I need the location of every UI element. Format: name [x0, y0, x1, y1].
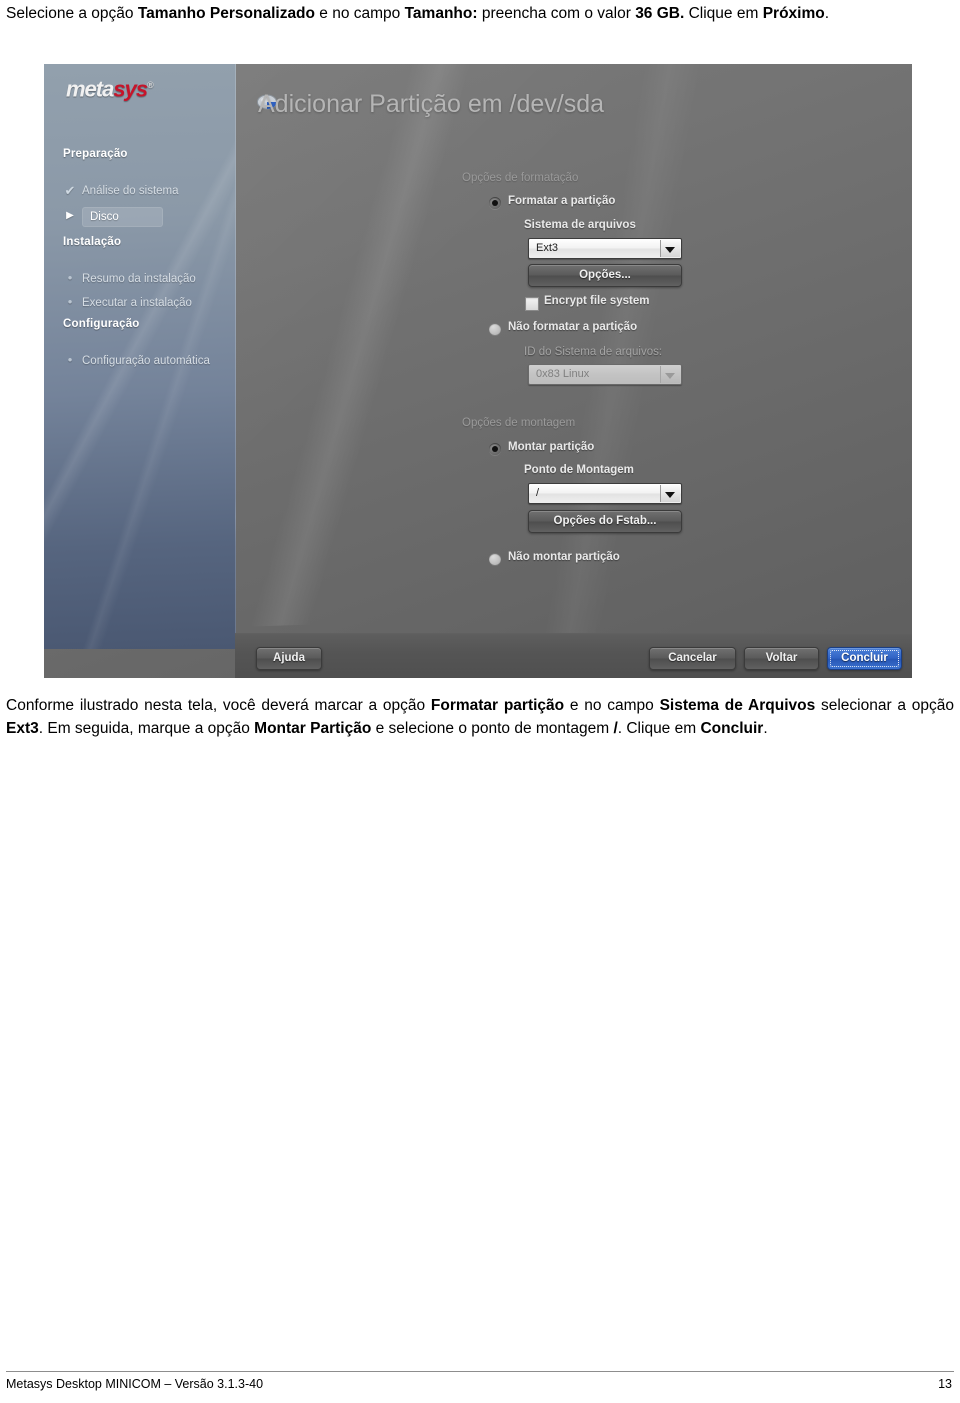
intro-mid3: Clique em [684, 5, 763, 22]
follow-bold-montar-particao: Montar Partição [254, 720, 372, 737]
filesystem-id-label: ID do Sistema de arquivos: [524, 346, 663, 358]
format-partition-radio-label[interactable]: Formatar a partição [508, 195, 615, 207]
intro-suffix: . [824, 5, 830, 22]
mount-partition-radio-label[interactable]: Montar partição [508, 441, 594, 453]
bullet-icon: • [67, 270, 73, 285]
fstab-options-button-label: Opções do Fstab... [553, 515, 657, 527]
installer-screenshot: metasys® Preparação ✔ Análise do sistema… [44, 64, 912, 678]
sidebar-item-analise-do-sistema[interactable]: ✔ Análise do sistema [62, 182, 222, 200]
metasys-logo: metasys® [66, 72, 154, 102]
footer-product-version: Metasys Desktop MINICOM – Versão 3.1.3-4… [6, 1377, 264, 1391]
back-button-label: Voltar [765, 652, 798, 664]
follow-bold-sistema-de-arquivos: Sistema de Arquivos [659, 697, 816, 714]
intro-mid2: preencha com o valor [477, 5, 636, 22]
footer-divider [6, 1371, 954, 1372]
no-format-partition-radio-label[interactable]: Não formatar a partição [508, 321, 637, 333]
sidebar-item-label: Configuração automática [82, 355, 210, 367]
logo-sys-text: sys [113, 76, 148, 102]
sidebar-item-resumo-da-instalacao[interactable]: • Resumo da instalação [62, 270, 222, 288]
sidebar-group-configuracao: Configuração [63, 318, 140, 330]
sidebar-item-disco[interactable]: ▶ Disco [62, 207, 222, 227]
sidebar-item-label: Disco [82, 207, 163, 227]
installer-sidebar: metasys® Preparação ✔ Análise do sistema… [44, 64, 236, 649]
no-mount-partition-radio-label[interactable]: Não montar partição [508, 551, 620, 563]
help-button[interactable]: Ajuda [256, 647, 322, 670]
sidebar-group-preparacao: Preparação [63, 148, 128, 160]
filesystem-label: Sistema de arquivos [524, 219, 636, 231]
mount-point-select[interactable]: / [528, 483, 682, 504]
dialog-title: Adicionar Partição em /dev/sda [258, 90, 605, 118]
fstab-options-button[interactable]: Opções do Fstab... [528, 510, 682, 533]
chevron-down-icon [660, 366, 680, 383]
cancel-button-label: Cancelar [668, 652, 717, 664]
bullet-icon: • [67, 294, 73, 309]
mount-point-selected-value: / [536, 487, 540, 499]
sidebar-item-configuracao-automatica[interactable]: • Configuração automática [62, 352, 222, 370]
follow-bold-formatar-particao: Formatar partição [430, 697, 565, 714]
intro-bold-tamanho: Tamanho: [404, 5, 478, 22]
encrypt-filesystem-label[interactable]: Encrypt file system [544, 295, 649, 307]
check-icon: ✔ [64, 183, 76, 198]
follow-p1: Conforme ilustrado nesta tela, você deve… [6, 697, 431, 714]
intro-mid1: e no campo [315, 5, 405, 22]
intro-bold-36gb: 36 GB. [635, 5, 685, 22]
filesystem-selected-value: Ext3 [536, 242, 559, 254]
finish-button[interactable]: Concluir [827, 647, 902, 670]
intro-bold-proximo: Próximo [762, 5, 825, 22]
filesystem-id-select: 0x83 Linux [528, 364, 682, 385]
follow-p3: selecionar a opção [815, 697, 954, 714]
follow-bold-ext3: Ext3 [6, 720, 39, 737]
sidebar-item-label: Análise do sistema [82, 185, 179, 197]
no-mount-partition-radio[interactable] [489, 553, 501, 565]
format-partition-radio[interactable] [489, 197, 501, 209]
logo-meta-text: meta [66, 76, 114, 102]
bullet-icon: • [67, 352, 73, 367]
mount-options-group-label: Opções de montagem [462, 417, 576, 429]
play-arrow-icon: ▶ [66, 210, 74, 221]
sidebar-group-instalacao: Instalação [63, 236, 122, 248]
chevron-down-icon[interactable] [660, 485, 680, 502]
filesystem-id-value: 0x83 Linux [536, 368, 590, 380]
format-options-button-label: Opções... [579, 269, 631, 281]
mount-point-label: Ponto de Montagem [524, 464, 634, 476]
logo-trademark: ® [147, 80, 154, 90]
follow-p4: . Em seguida, marque a opção [38, 720, 255, 737]
follow-bold-concluir: Concluir [700, 720, 764, 737]
chevron-down-icon[interactable] [660, 240, 680, 257]
format-options-button[interactable]: Opções... [528, 264, 682, 287]
intro-paragraph: Selecione a opção Tamanho Personalizado … [6, 3, 954, 25]
format-options-group-label: Opções de formatação [462, 172, 579, 184]
follow-p5: e selecione o ponto de montagem [371, 720, 614, 737]
sidebar-item-label: Resumo da instalação [82, 273, 196, 285]
description-paragraph: Conforme ilustrado nesta tela, você deve… [6, 694, 954, 740]
footer-page-number: 13 [938, 1377, 952, 1391]
follow-p2: e no campo [564, 697, 660, 714]
filesystem-select[interactable]: Ext3 [528, 238, 682, 259]
follow-p7: . [763, 720, 768, 737]
back-button[interactable]: Voltar [744, 647, 819, 670]
mount-partition-radio[interactable] [489, 443, 501, 455]
intro-prefix: Selecione a opção [6, 5, 138, 22]
follow-p6: . Clique em [617, 720, 701, 737]
no-format-partition-radio[interactable] [489, 323, 501, 335]
sidebar-item-executar-a-instalacao[interactable]: • Executar a instalação [62, 294, 222, 312]
sidebar-item-label: Executar a instalação [82, 297, 192, 309]
help-button-label: Ajuda [273, 652, 305, 664]
finish-button-label: Concluir [841, 652, 888, 664]
encrypt-filesystem-checkbox[interactable] [525, 297, 539, 311]
cancel-button[interactable]: Cancelar [649, 647, 736, 670]
intro-bold-tamanho-personalizado: Tamanho Personalizado [137, 5, 315, 22]
